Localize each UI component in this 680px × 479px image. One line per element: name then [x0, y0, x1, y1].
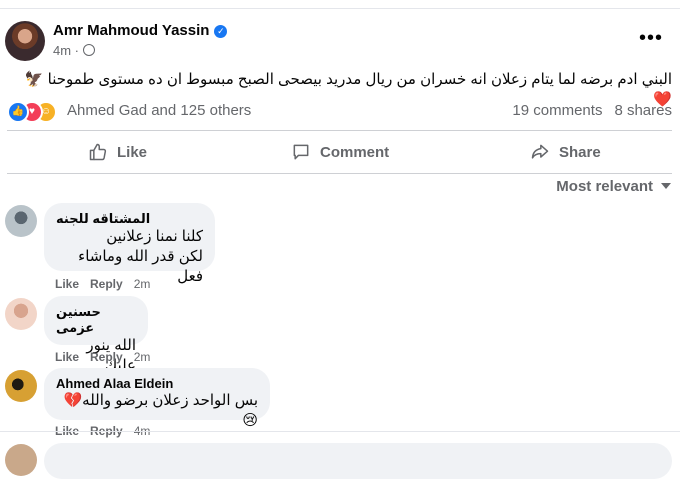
comment-like-button[interactable]: Like: [55, 350, 79, 364]
engagement-counts: 19 comments 8 shares: [512, 102, 672, 119]
comment-actions: Like Reply 2m: [55, 350, 161, 364]
comment-actions: Like Reply 2m: [55, 277, 161, 291]
shares-count[interactable]: 8 shares: [614, 102, 672, 119]
chevron-down-icon: [661, 183, 671, 189]
like-label: Like: [117, 143, 148, 161]
comment-bubble: Ahmed Alaa Eldein بس الواحد زعلان برضو و…: [44, 368, 270, 429]
comment-reply-button[interactable]: Reply: [90, 277, 123, 291]
share-button[interactable]: Share: [530, 142, 601, 162]
divider: [7, 173, 672, 174]
comment-label: Comment: [320, 143, 390, 161]
commenter-name[interactable]: حسنين عزمى: [56, 304, 136, 336]
comment-text-line: كلنا نمنا زعلانين: [106, 228, 203, 245]
verified-badge-icon: ✓: [214, 25, 228, 38]
current-user-avatar: [5, 444, 37, 476]
commenter-avatar[interactable]: [5, 205, 37, 237]
author-avatar[interactable]: [5, 21, 45, 61]
comment-time[interactable]: 2m: [134, 277, 151, 291]
post-author-name[interactable]: Amr Mahmoud Yassin: [53, 22, 209, 39]
comment-like-button[interactable]: Like: [55, 277, 79, 291]
like-reaction-icon: 👍: [7, 101, 29, 123]
share-label: Share: [559, 143, 601, 161]
comment-reply-button[interactable]: Reply: [90, 350, 123, 364]
commenter-avatar[interactable]: [5, 298, 37, 330]
commenter-name[interactable]: المشتاقه للجنه: [56, 211, 203, 227]
reactions-summary[interactable]: Ahmed Gad and 125 others: [67, 102, 251, 119]
post-author[interactable]: Amr Mahmoud Yassin ✓: [53, 22, 228, 39]
comment-sort-dropdown[interactable]: Most relevant: [556, 178, 671, 195]
comment-input[interactable]: [44, 443, 672, 479]
comment-bubble: المشتاقه للجنه كلنا نمنا زعلانين لكن قدر…: [44, 203, 215, 285]
globe-icon: [83, 44, 96, 56]
more-options-icon[interactable]: •••: [639, 28, 663, 48]
thumbs-up-icon: [89, 143, 107, 161]
comment-button[interactable]: Comment: [291, 142, 389, 162]
post-time[interactable]: 4m: [53, 43, 71, 58]
commenter-avatar[interactable]: [5, 370, 37, 402]
post-actions: Like Comment Share: [0, 131, 680, 173]
comments-count[interactable]: 19 comments: [512, 102, 602, 119]
share-icon: [531, 144, 549, 159]
sort-label: Most relevant: [556, 178, 653, 195]
post-meta: 4m ·: [53, 43, 96, 58]
comment-bubble: حسنين عزمى الله ينور عليك: [44, 296, 148, 374]
like-button[interactable]: Like: [88, 142, 147, 162]
composer-divider: [0, 431, 680, 432]
comment-time[interactable]: 2m: [134, 350, 151, 364]
top-divider: [0, 8, 680, 9]
commenter-name[interactable]: Ahmed Alaa Eldein: [56, 376, 258, 391]
comment-icon: [293, 144, 309, 160]
